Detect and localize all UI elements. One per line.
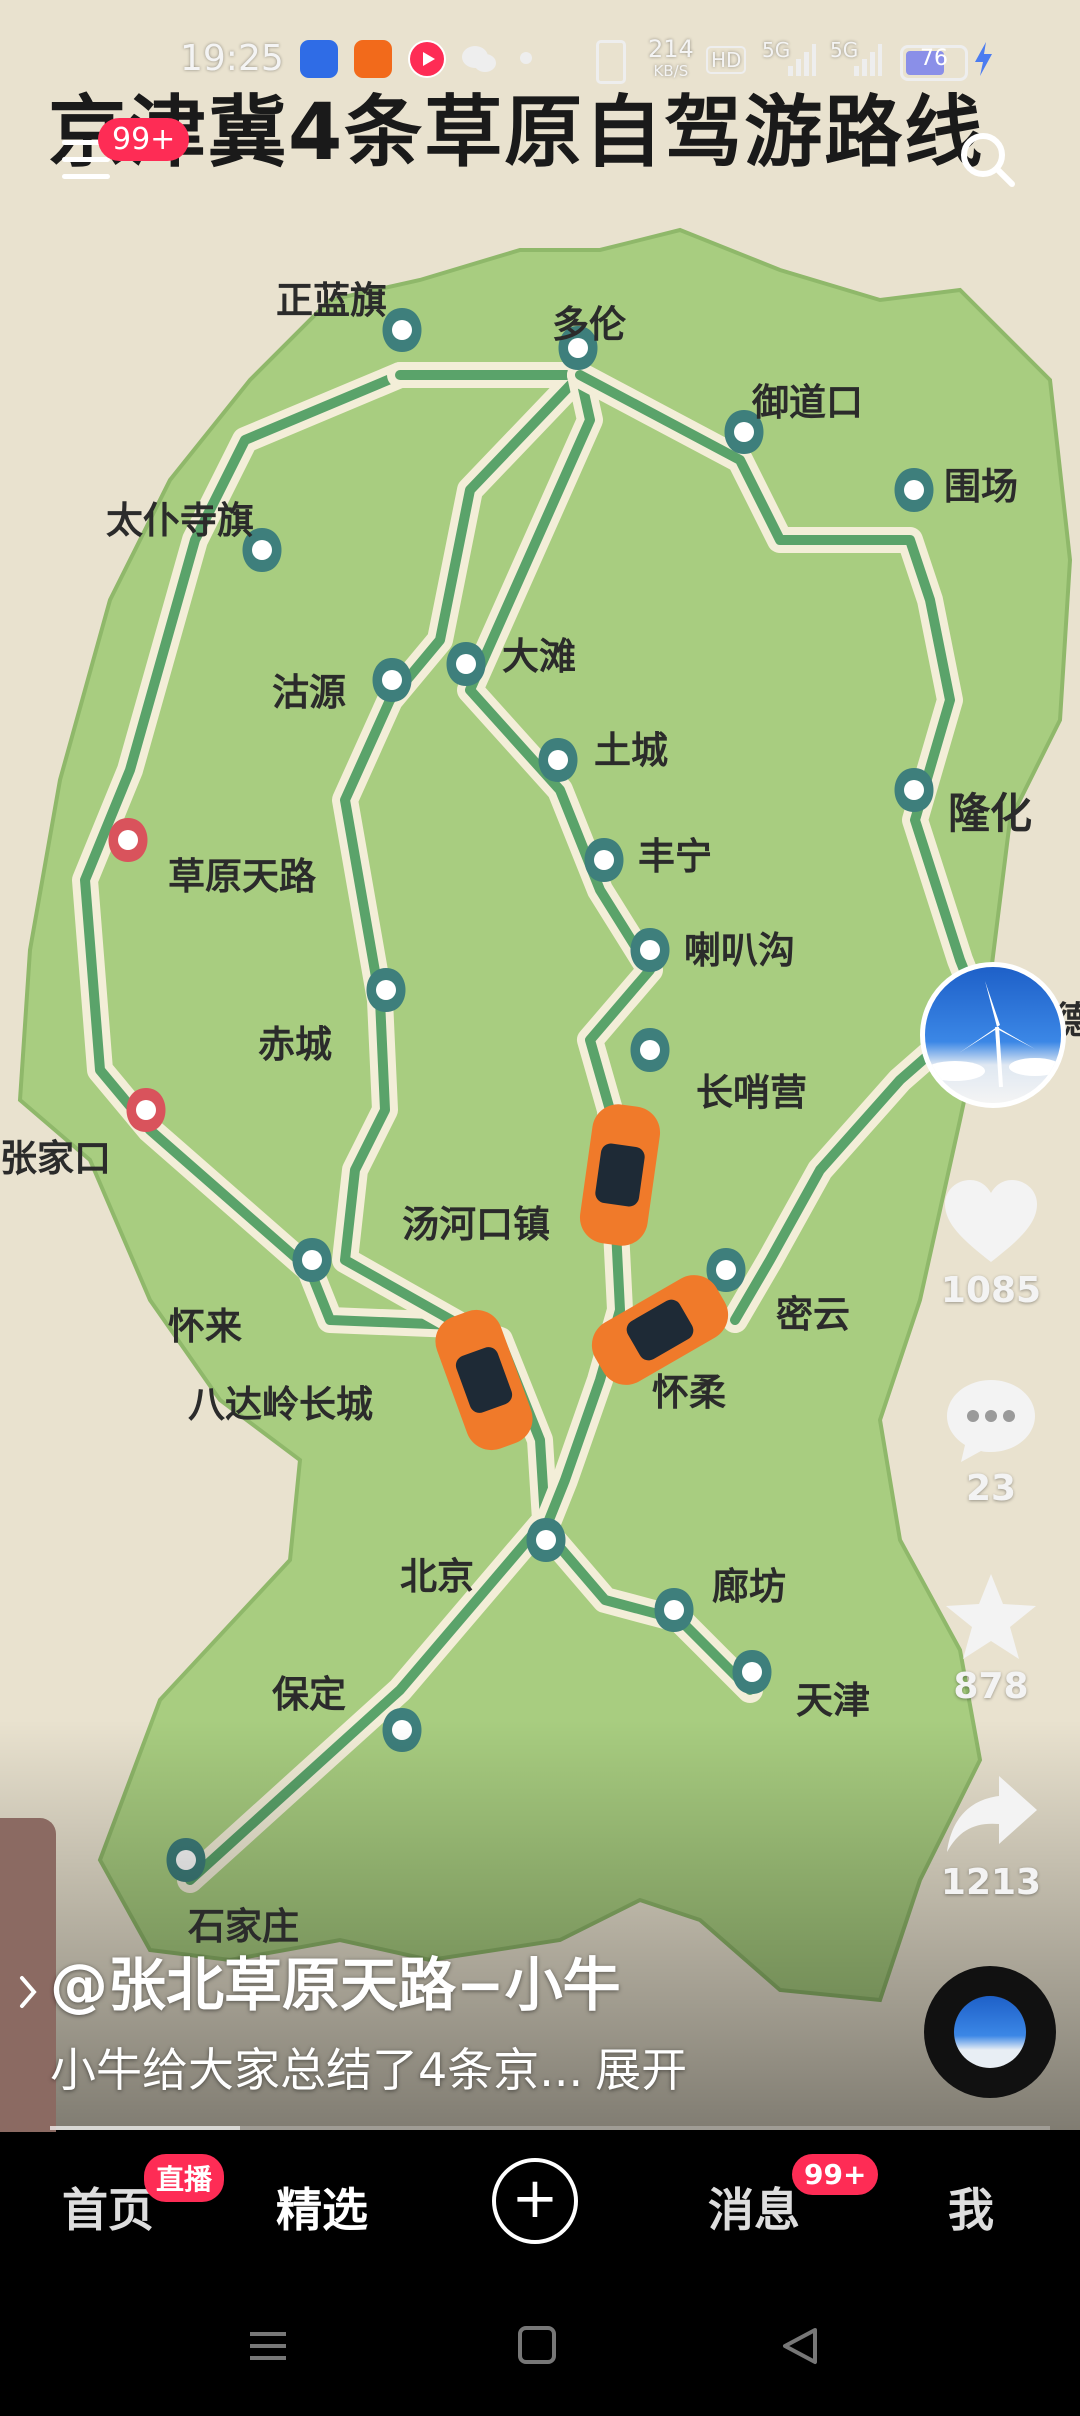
status-bar: 19:25 214 KB/S HD 5G 5G 76: [0, 0, 1080, 120]
vibrate-icon: [596, 40, 626, 84]
share-arrow-icon: [947, 1776, 1037, 1852]
favorite-count: 878: [953, 1666, 1029, 1707]
signal-bars-icon: [786, 40, 816, 78]
plus-icon: +: [511, 2165, 559, 2231]
place-label: 怀来: [168, 1305, 242, 1348]
comment-icon: [947, 1380, 1035, 1462]
bottom-tab-bar: 首页 直播 精选 + 消息 99+ 我: [0, 2132, 1080, 2280]
music-disc[interactable]: [924, 1966, 1056, 2098]
net-speed: 214 KB/S: [648, 35, 694, 82]
favorite-button[interactable]: 878: [926, 1572, 1056, 1707]
heart-icon: [945, 1180, 1037, 1262]
taobao-app-icon: [354, 40, 392, 78]
place-label: 草原天路: [168, 855, 316, 898]
author-name[interactable]: @张北草原天路−小牛: [50, 1938, 621, 2022]
battery-icon: 76: [900, 45, 968, 81]
place-label: 土城: [594, 729, 668, 772]
place-label: 怀柔: [652, 1371, 726, 1414]
place-label: 汤河口镇: [402, 1203, 550, 1246]
place-label: 正蓝旗: [276, 279, 387, 322]
recents-icon[interactable]: [250, 2332, 286, 2360]
video-description: 小牛给大家总结了4条京... 展开: [50, 2034, 687, 2100]
video-progress-fill: [50, 2126, 240, 2130]
create-button[interactable]: +: [492, 2158, 578, 2244]
place-label: 喇叭沟: [684, 929, 795, 972]
battery-text: 76: [920, 46, 948, 71]
live-badge: 直播: [144, 2154, 225, 2202]
messages-badge: 99+: [792, 2154, 879, 2195]
place-label: 北京: [400, 1555, 474, 1598]
charging-bolt-icon: [972, 40, 994, 78]
baidu-app-icon: [300, 40, 338, 78]
star-icon: [946, 1574, 1036, 1659]
video-frame[interactable]: 京津冀4条草原自驾游路线 正蓝旗 多伦 御道口 围场 太仆寺旗 沽源 大滩 土城…: [0, 0, 1080, 2130]
place-label: 廊坊: [712, 1565, 786, 1608]
tab-home[interactable]: 首页: [62, 2174, 154, 2240]
share-button[interactable]: 1213: [926, 1772, 1056, 1903]
wind-turbine-icon: [925, 981, 1061, 1088]
video-progress-bar[interactable]: [50, 2126, 1050, 2130]
like-count: 1085: [940, 1270, 1042, 1311]
place-label: 大滩: [502, 635, 576, 678]
place-label: 赤城: [258, 1023, 332, 1066]
chevron-right-icon: [20, 1976, 37, 2008]
wechat-icon: [460, 40, 498, 78]
place-label: 保定: [272, 1673, 346, 1716]
comment-count: 23: [965, 1468, 1017, 1509]
music-cover-image: [954, 1996, 1026, 2068]
signal-bars-icon: [852, 40, 882, 78]
expand-link[interactable]: 展开: [595, 2043, 687, 2097]
description-text: 小牛给大家总结了4条京...: [50, 2043, 584, 2097]
place-label: 张家口: [0, 1137, 111, 1180]
creator-avatar[interactable]: [920, 962, 1066, 1108]
home-nav-icon[interactable]: [518, 2326, 556, 2364]
tab-featured[interactable]: 精选: [276, 2174, 368, 2240]
status-time: 19:25: [180, 38, 284, 79]
place-label: 围场: [944, 465, 1018, 508]
search-icon[interactable]: [958, 130, 1016, 188]
comment-button[interactable]: 23: [926, 1378, 1056, 1509]
side-drawer-tab[interactable]: [0, 1818, 56, 2170]
tab-messages[interactable]: 消息: [708, 2174, 800, 2240]
video-app-icon: [408, 40, 446, 78]
place-label: 丰宁: [638, 835, 712, 878]
net-speed-value: 214: [648, 35, 694, 63]
net-speed-unit: KB/S: [653, 62, 689, 80]
place-label: 沽源: [272, 671, 346, 714]
place-label: 太仆寺旗: [106, 499, 254, 542]
share-count: 1213: [940, 1862, 1042, 1903]
like-button[interactable]: 1085: [926, 1180, 1056, 1311]
place-label: 多伦: [552, 303, 626, 346]
place-label: 御道口: [752, 381, 863, 424]
place-label: 隆化: [948, 789, 1033, 838]
tab-me[interactable]: 我: [948, 2174, 994, 2240]
route-map: [0, 227, 1080, 2130]
place-label: 八达岭长城: [188, 1383, 373, 1426]
place-label: 密云: [776, 1293, 850, 1336]
menu-badge: 99+: [98, 118, 190, 161]
system-navigation-bar: [0, 2280, 1080, 2412]
place-label: 天津: [796, 1679, 870, 1722]
notification-dot-icon: [520, 52, 532, 64]
hd-indicator: HD: [706, 46, 747, 74]
back-nav-icon[interactable]: [783, 2328, 817, 2364]
place-label: 长哨营: [696, 1071, 807, 1114]
